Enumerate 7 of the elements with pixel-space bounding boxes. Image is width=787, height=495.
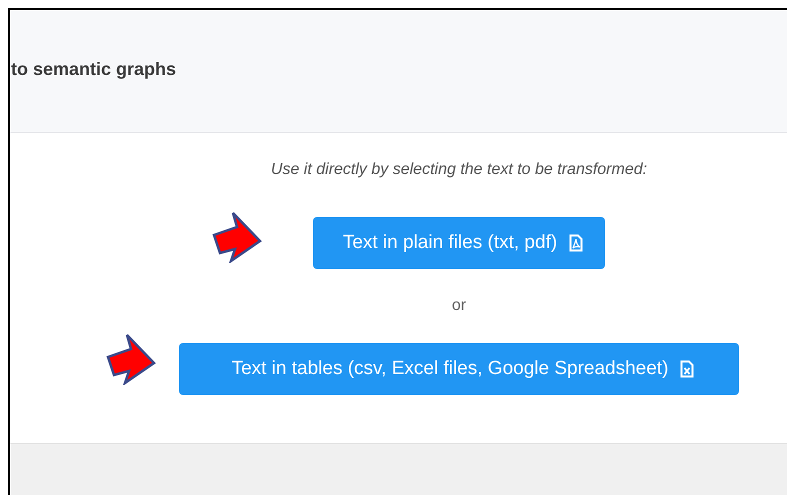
action-button[interactable]: Text in plain files (txt, pdf) [312, 217, 606, 269]
pdf-file-icon [569, 234, 584, 252]
separator-text: or [452, 297, 466, 315]
instruction-text: Use it directly by selecting the text to be transformed: [270, 161, 648, 179]
action-button[interactable]: Text in tables (csv, Excel files, Google Spreadsheet) [179, 343, 739, 395]
card-title: to semantic graphs [11, 58, 176, 81]
spreadsheet-file-icon [680, 360, 694, 378]
